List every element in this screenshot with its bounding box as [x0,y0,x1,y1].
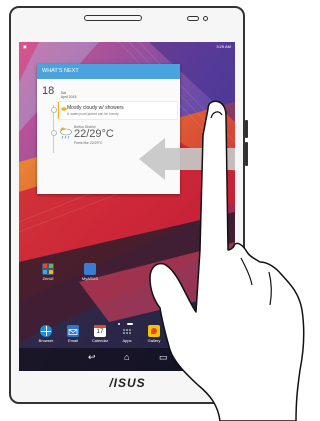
hand-gesture-illustration [149,100,305,421]
